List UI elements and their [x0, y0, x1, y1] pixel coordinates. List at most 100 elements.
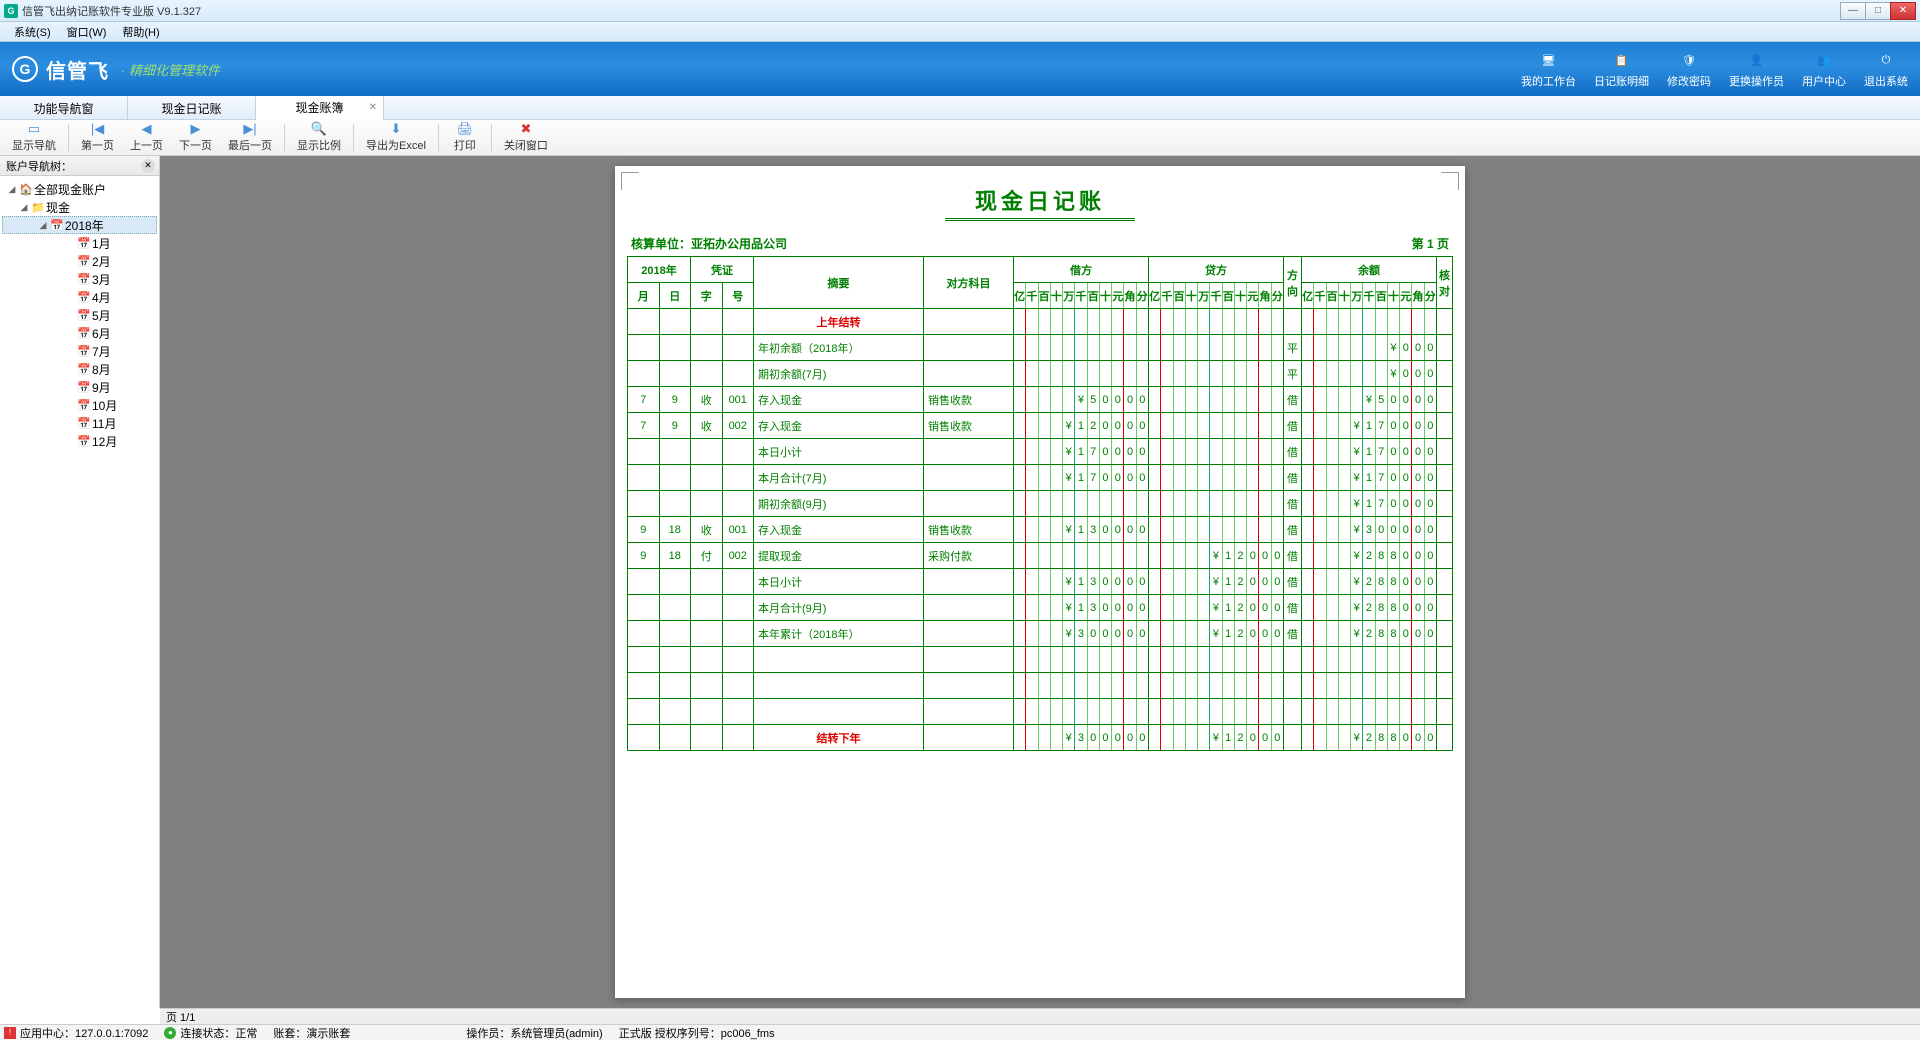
menu-system[interactable]: 系统(S) [6, 22, 59, 42]
ledger-row: 结转下年 ¥300000 ¥12000 ¥288000 [628, 725, 1453, 751]
tree-arrow-icon: ◢ [18, 202, 30, 213]
document-area: 现金日记账 核算单位：亚拓办公用品公司 第 1 页 2018年 凭证 摘要 对方… [160, 156, 1920, 1008]
ledger-row: 本年累计（2018年） ¥300000 ¥12000 借 ¥288000 [628, 621, 1453, 647]
ledger-row: 期初余额(7月) 平 ¥000 [628, 361, 1453, 387]
export-excel[interactable]: ⬇导出为Excel [358, 120, 434, 155]
banner-action-label: 更换操作员 [1729, 73, 1784, 89]
minimize-button[interactable]: — [1840, 2, 1866, 20]
tree-label: 全部现金账户 [34, 181, 106, 198]
tree-month-4月[interactable]: 📅4月 [2, 288, 157, 306]
ledger-row-blank [628, 647, 1453, 673]
first-page[interactable]: |◀第一页 [73, 120, 122, 155]
ledger-page-number: 第 1 页 [1412, 235, 1449, 252]
tree-month-5月[interactable]: 📅5月 [2, 306, 157, 324]
show-nav[interactable]: ▭显示导航 [4, 120, 64, 155]
tab-功能导航窗[interactable]: 功能导航窗 [0, 96, 128, 120]
titlebar: G 信管飞出纳记账软件专业版 V9.1.327 — □ ✕ [0, 0, 1920, 22]
next-page-icon: ▶ [188, 122, 204, 136]
tab-现金账簿[interactable]: 现金账簿✕ [256, 96, 384, 120]
brand-logo-icon: G [12, 56, 38, 82]
status-operator: 操作员：系统管理员(admin) [466, 1025, 602, 1041]
ledger-row-blank [628, 673, 1453, 699]
tree-label: 2月 [92, 253, 111, 270]
tree-root[interactable]: ◢🏠全部现金账户 [2, 180, 157, 198]
prev-page[interactable]: ◀上一页 [122, 120, 171, 155]
tree-arrow-icon: ◢ [37, 220, 49, 231]
tree-label: 8月 [92, 361, 111, 378]
exit-system-icon: ⏻ [1874, 49, 1898, 71]
zoom[interactable]: 🔍显示比例 [289, 120, 349, 155]
journal-detail[interactable]: 📋日记账明细 [1594, 49, 1649, 89]
ledger-page: 现金日记账 核算单位：亚拓办公用品公司 第 1 页 2018年 凭证 摘要 对方… [615, 166, 1465, 998]
tree-node-icon: 📅 [76, 399, 92, 412]
tree-month-2月[interactable]: 📅2月 [2, 252, 157, 270]
tree-month-6月[interactable]: 📅6月 [2, 324, 157, 342]
tree-label: 7月 [92, 343, 111, 360]
window-title: 信管飞出纳记账软件专业版 V9.1.327 [22, 3, 201, 19]
tree-node-icon: 📅 [76, 327, 92, 340]
tree-label: 9月 [92, 379, 111, 396]
app-center-icon: ! [4, 1027, 16, 1039]
change-password-icon: 🛡 [1677, 49, 1701, 71]
account-tree: ◢🏠全部现金账户◢📁现金◢📅2018年📅1月📅2月📅3月📅4月📅5月📅6月📅7月… [0, 176, 159, 1008]
menu-help[interactable]: 帮助(H) [114, 22, 167, 42]
ledger-table: 2018年 凭证 摘要 对方科目 借方 贷方 方向 余额 核对 月 日 字 号 … [627, 256, 1453, 751]
my-workbench[interactable]: 🖥我的工作台 [1521, 49, 1576, 89]
close-button[interactable]: ✕ [1890, 2, 1916, 20]
tree-group-cash[interactable]: ◢📁现金 [2, 198, 157, 216]
status-connection: 连接状态：正常 [180, 1025, 257, 1041]
tree-month-11月[interactable]: 📅11月 [2, 414, 157, 432]
tree-month-1月[interactable]: 📅1月 [2, 234, 157, 252]
ledger-row: 9 18 付 002 提取现金 采购付款 ¥12000 借 ¥288000 [628, 543, 1453, 569]
tab-close-icon[interactable]: ✕ [369, 102, 377, 113]
tree-month-9月[interactable]: 📅9月 [2, 378, 157, 396]
tree-label: 6月 [92, 325, 111, 342]
menu-window[interactable]: 窗口(W) [59, 22, 115, 42]
menubar: 系统(S) 窗口(W) 帮助(H) [0, 22, 1920, 42]
tool-label: 关闭窗口 [504, 137, 548, 153]
tree-node-icon: 📅 [76, 381, 92, 394]
tree-node-icon: 📅 [76, 309, 92, 322]
tree-month-10月[interactable]: 📅10月 [2, 396, 157, 414]
th-check: 核对 [1437, 257, 1453, 309]
th-debit: 借方 [1014, 257, 1149, 283]
tree-month-8月[interactable]: 📅8月 [2, 360, 157, 378]
tree-node-icon: 📁 [30, 201, 46, 214]
print[interactable]: 🖨打印 [443, 120, 487, 155]
status-license: 正式版 授权序列号：pc006_fms [619, 1025, 775, 1041]
last-page[interactable]: ▶|最后一页 [220, 120, 280, 155]
tree-node-icon: 📅 [76, 291, 92, 304]
exit-system[interactable]: ⏻ 退出系统 [1864, 49, 1908, 89]
tree-month-7月[interactable]: 📅7月 [2, 342, 157, 360]
ledger-row: 期初余额(9月) 借 ¥170000 [628, 491, 1453, 517]
banner-action-label: 退出系统 [1864, 73, 1908, 89]
brand-subtitle: · 精细化管理软件 [121, 60, 220, 79]
title-underline [945, 218, 1135, 221]
next-page[interactable]: ▶下一页 [171, 120, 220, 155]
tabs: 功能导航窗现金日记账现金账簿✕ [0, 96, 1920, 120]
sidebar-close-icon[interactable]: ✕ [141, 159, 155, 173]
tree-month-12月[interactable]: 📅12月 [2, 432, 157, 450]
tree-year-2018[interactable]: ◢📅2018年 [2, 216, 157, 234]
print-icon: 🖨 [457, 122, 473, 136]
tool-label: 下一页 [179, 137, 212, 153]
switch-operator-icon: 👤 [1745, 49, 1769, 71]
zoom-icon: 🔍 [311, 122, 327, 136]
ledger-row: 本月合计(7月) ¥170000 借 ¥170000 [628, 465, 1453, 491]
app-icon: G [4, 4, 18, 18]
banner-action-label: 我的工作台 [1521, 73, 1576, 89]
user-center[interactable]: 👥用户中心 [1802, 49, 1846, 89]
switch-operator[interactable]: 👤 更换操作员 [1729, 49, 1784, 89]
toolbar: ▭显示导航|◀第一页◀上一页▶下一页▶|最后一页🔍显示比例⬇导出为Excel🖨打… [0, 120, 1920, 156]
th-voucher: 凭证 [691, 257, 754, 283]
tree-month-3月[interactable]: 📅3月 [2, 270, 157, 288]
close-window[interactable]: ✖关闭窗口 [496, 120, 556, 155]
prev-page-icon: ◀ [139, 122, 155, 136]
tree-node-icon: 📅 [76, 255, 92, 268]
tab-现金日记账[interactable]: 现金日记账 [128, 96, 256, 120]
crop-mark-icon [1441, 172, 1459, 190]
ledger-row: 本日小计 ¥170000 借 ¥170000 [628, 439, 1453, 465]
maximize-button[interactable]: □ [1865, 2, 1891, 20]
change-password[interactable]: 🛡修改密码 [1667, 49, 1711, 89]
status-app-center: 应用中心：127.0.0.1:7092 [20, 1025, 148, 1041]
